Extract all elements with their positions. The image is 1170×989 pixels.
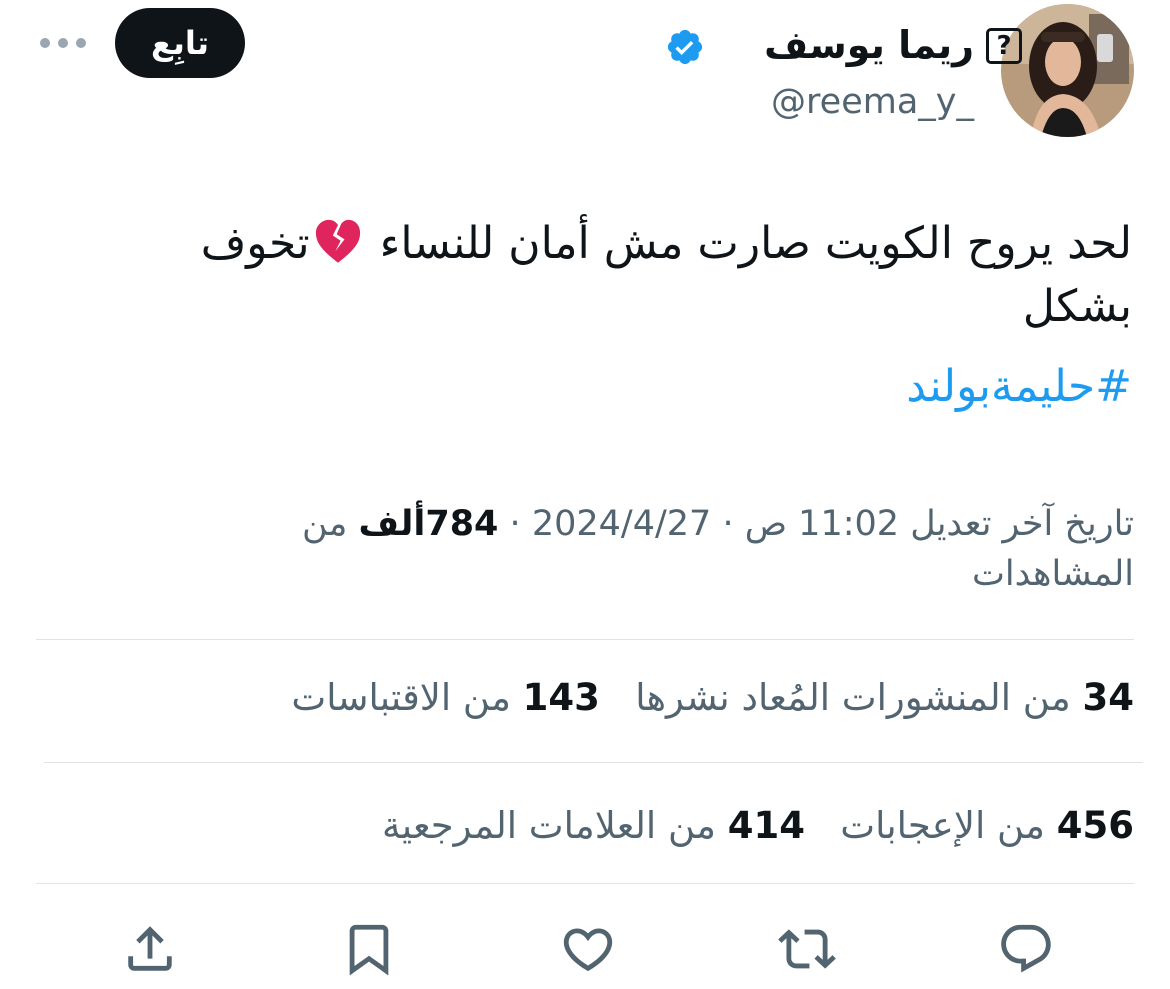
divider	[36, 883, 1134, 884]
tweet-text: لحد يروح الكويت صارت مش أمان للنساء تخوف…	[122, 212, 1132, 338]
meta-separator: ·	[722, 504, 734, 544]
likes-stat[interactable]: 456 من الإعجابات	[840, 804, 1134, 847]
reposts-count: 34	[1082, 676, 1135, 719]
more-horizontal-icon[interactable]	[40, 30, 86, 56]
stats-row-likes: 456 من الإعجابات 414 من العلامات المرجعي…	[382, 801, 1134, 851]
avatar-image	[1001, 4, 1134, 137]
reposts-stat[interactable]: 34 من المنشورات المُعاد نشرها	[635, 676, 1134, 719]
unknown-emoji-glyph: ?	[986, 28, 1022, 64]
bookmarks-label: من العلامات المرجعية	[381, 804, 716, 847]
broken-heart-icon	[315, 219, 360, 263]
tweet-text-part1: لحد يروح الكويت صارت مش أمان للنساء	[365, 218, 1132, 269]
reply-icon[interactable]	[991, 914, 1061, 984]
stats-row-reposts: 34 من المنشورات المُعاد نشرها 143 من الا…	[291, 673, 1134, 723]
bookmarks-count: 414	[727, 804, 805, 847]
tweet-meta: تاريخ آخر تعديل 11:02 ص · 2024/4/27 · 78…	[214, 499, 1134, 599]
follow-button[interactable]: تابِع	[115, 8, 245, 78]
quotes-label: من الاقتباسات	[291, 676, 511, 719]
reposts-label: من المنشورات المُعاد نشرها	[635, 676, 1071, 719]
divider	[44, 762, 1143, 763]
hashtag-link[interactable]: #حليمةبولند	[906, 355, 1132, 418]
author-name[interactable]: ريما يوسف	[764, 22, 974, 68]
likes-count: 456	[1056, 804, 1134, 847]
quotes-count: 143	[522, 676, 600, 719]
verified-badge-icon[interactable]	[665, 27, 705, 67]
more-dot	[40, 38, 50, 48]
unknown-glyph-text: ?	[996, 31, 1012, 61]
meta-separator: ·	[509, 504, 521, 544]
quotes-stat[interactable]: 143 من الاقتباسات	[291, 676, 600, 719]
tweet-time[interactable]: 11:02 ص	[745, 504, 899, 544]
share-icon[interactable]	[115, 914, 185, 984]
more-dot	[58, 38, 68, 48]
like-icon[interactable]	[553, 914, 623, 984]
tweet-date[interactable]: 2024/4/27	[532, 504, 711, 544]
likes-label: من الإعجابات	[840, 804, 1045, 847]
divider	[36, 639, 1134, 640]
edited-label[interactable]: تاريخ آخر تعديل	[910, 504, 1134, 544]
author-handle[interactable]: @reema_y_	[771, 80, 974, 124]
bookmarks-stat[interactable]: 414 من العلامات المرجعية	[382, 804, 805, 847]
repost-icon[interactable]	[772, 914, 842, 984]
avatar[interactable]	[1001, 4, 1134, 137]
bookmark-icon[interactable]	[334, 914, 404, 984]
views-count: 784ألف	[358, 504, 499, 544]
more-dot	[76, 38, 86, 48]
